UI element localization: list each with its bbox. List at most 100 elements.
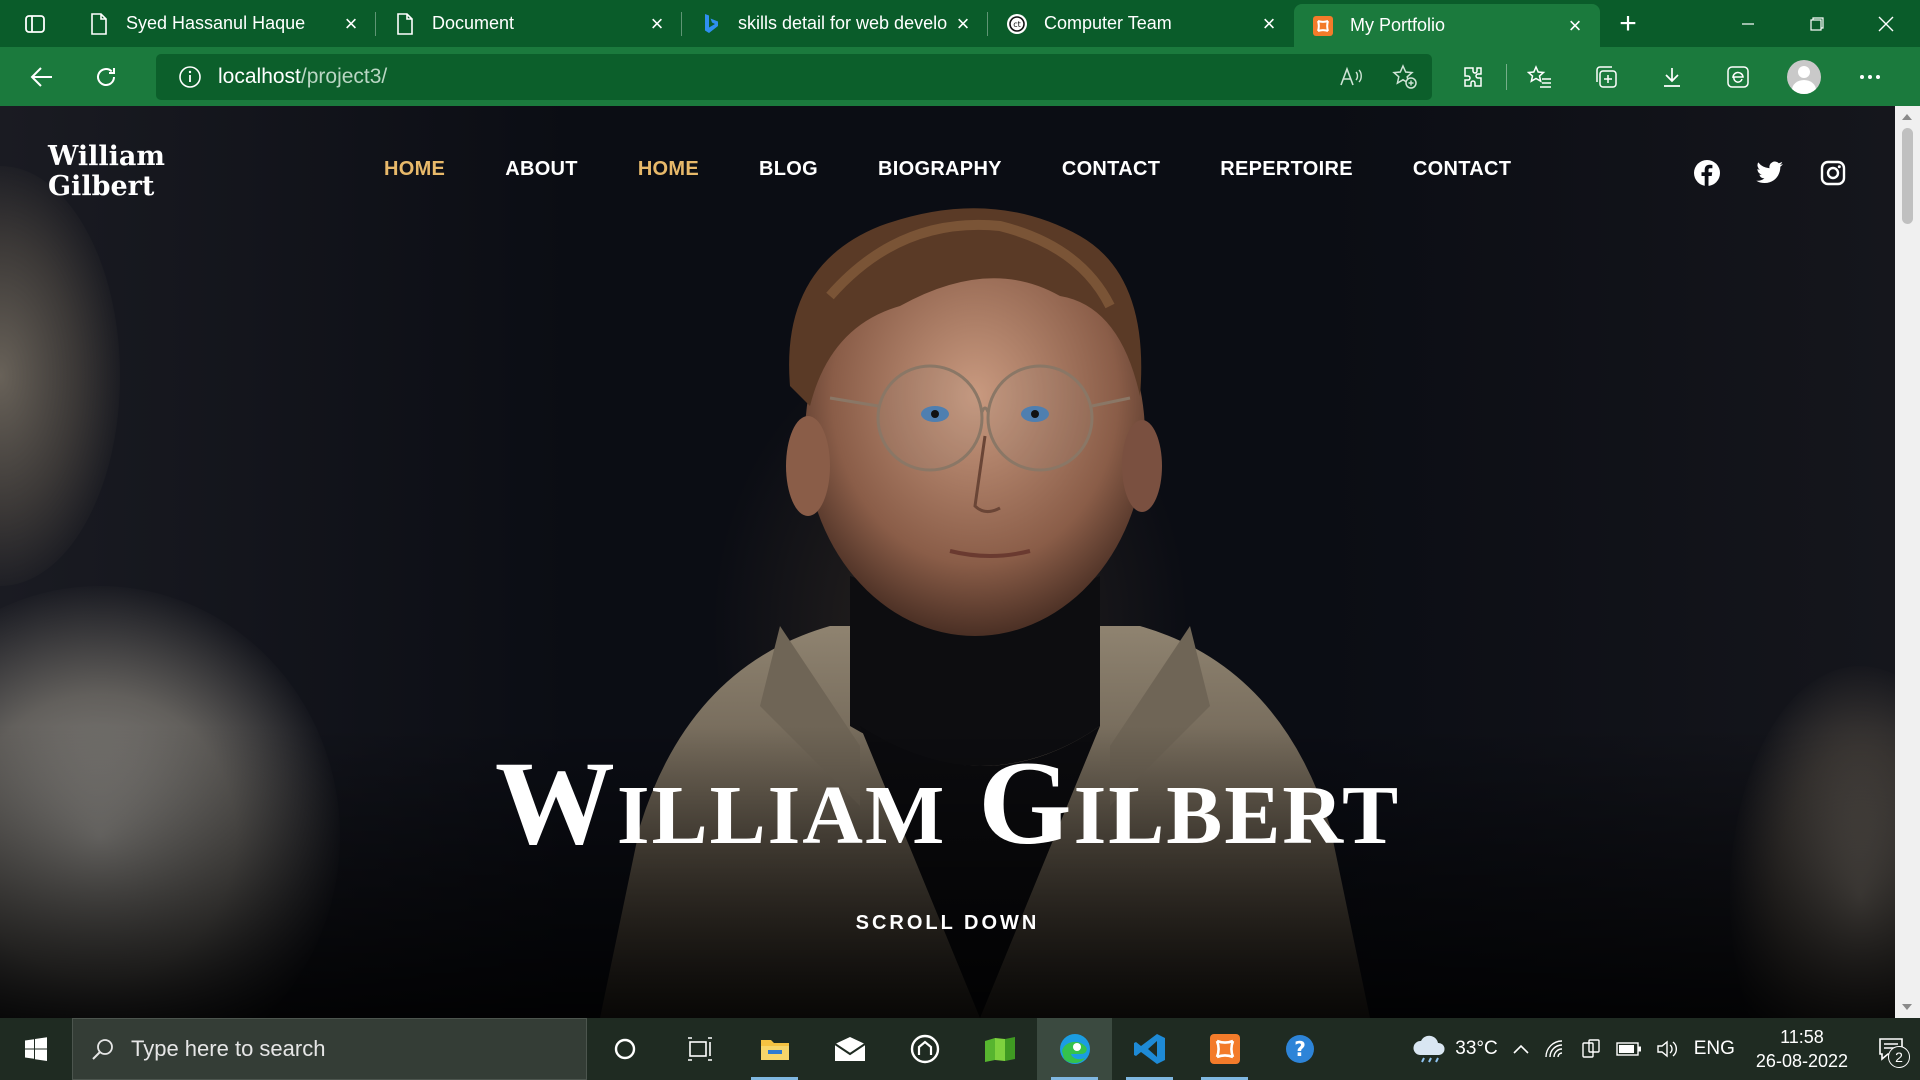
taskbar-search-input[interactable]: Type here to search	[72, 1018, 587, 1080]
clock-time: 11:58	[1780, 1027, 1824, 1047]
page-scrollbar[interactable]	[1895, 106, 1920, 1018]
task-view-button[interactable]	[662, 1018, 737, 1080]
address-bar-actions	[1324, 47, 1432, 106]
refresh-icon	[97, 67, 115, 86]
minecraft-launcher-button[interactable]	[962, 1018, 1037, 1080]
tab-syed-hassanul-haque[interactable]: Syed Hassanul Haque ×	[70, 0, 376, 47]
edge-button[interactable]	[1037, 1018, 1112, 1080]
refresh-button[interactable]	[74, 47, 138, 106]
page-viewport: William Gilbert HOME ABOUT HOME BLOG BIO…	[0, 106, 1895, 1018]
battery-icon	[1616, 1042, 1641, 1056]
svg-text:?: ?	[1294, 1037, 1306, 1061]
site-logo[interactable]: William Gilbert	[48, 142, 165, 202]
tab-my-portfolio[interactable]: My Portfolio ×	[1294, 4, 1600, 47]
twitter-icon[interactable]	[1755, 158, 1785, 188]
github-desktop-icon	[910, 1034, 939, 1064]
instagram-icon[interactable]	[1818, 158, 1848, 188]
new-tab-button[interactable]: +	[1600, 0, 1656, 47]
close-icon[interactable]: ×	[1258, 11, 1280, 36]
xampp-icon	[1312, 15, 1334, 37]
file-explorer-button[interactable]	[737, 1018, 812, 1080]
scroll-up-arrow-icon[interactable]	[1902, 114, 1912, 120]
favorites-button[interactable]	[1507, 47, 1573, 106]
clock[interactable]: 11:58 26-08-2022	[1742, 1025, 1862, 1073]
window-controls	[1713, 0, 1920, 47]
xampp-button[interactable]	[1187, 1018, 1262, 1080]
speaker-icon	[1657, 1040, 1677, 1058]
tab-title: Syed Hassanul Haque	[126, 13, 306, 33]
restore-button[interactable]	[1782, 0, 1851, 47]
close-icon[interactable]: ×	[952, 11, 974, 36]
vscode-button[interactable]	[1112, 1018, 1187, 1080]
nav-about[interactable]: ABOUT	[505, 158, 578, 181]
battery-button[interactable]	[1609, 1018, 1649, 1080]
add-favorite-button[interactable]	[1378, 47, 1432, 106]
collections-button[interactable]	[1573, 47, 1639, 106]
notification-center-button[interactable]: 2	[1862, 1018, 1920, 1080]
settings-menu-button[interactable]	[1837, 47, 1903, 106]
volume-button[interactable]	[1649, 1018, 1687, 1080]
windows-taskbar: Type here to search ? 33°C ENG 11:58 26-…	[0, 1018, 1920, 1080]
weather-widget[interactable]: 33°C	[1404, 1018, 1504, 1080]
browser-essentials-icon	[1727, 65, 1749, 88]
tab-document[interactable]: Document ×	[376, 0, 682, 47]
minimize-button[interactable]	[1713, 0, 1782, 47]
downloads-button[interactable]	[1639, 47, 1705, 106]
document-icon	[88, 12, 110, 35]
start-button[interactable]	[0, 1018, 72, 1080]
hero-title: William Gilbert	[494, 736, 1401, 869]
tab-title: skills detail for web develo	[738, 13, 948, 33]
extensions-button[interactable]	[1440, 47, 1506, 106]
device-button[interactable]	[1573, 1018, 1609, 1080]
svg-text:ct: ct	[1013, 20, 1021, 29]
scroll-thumb[interactable]	[1902, 128, 1913, 224]
profile-button[interactable]	[1771, 47, 1837, 106]
help-icon: ?	[1285, 1035, 1314, 1063]
read-aloud-button[interactable]	[1324, 47, 1378, 106]
weather-temperature: 33°C	[1455, 1038, 1498, 1059]
url-host: localhost	[218, 64, 301, 88]
mail-button[interactable]	[812, 1018, 887, 1080]
nav-contact-2[interactable]: CONTACT	[1413, 158, 1511, 181]
address-bar[interactable]: localhost/project3/	[156, 53, 1432, 100]
github-desktop-button[interactable]	[887, 1018, 962, 1080]
avatar	[1787, 59, 1821, 94]
facebook-icon[interactable]	[1692, 158, 1722, 188]
scroll-down-arrow-icon[interactable]	[1902, 1004, 1912, 1010]
favorites-icon	[1527, 64, 1551, 88]
help-button[interactable]: ?	[1262, 1018, 1337, 1080]
network-button[interactable]	[1537, 1018, 1573, 1080]
scroll-down-link[interactable]: SCROLL DOWN	[0, 912, 1895, 935]
cortana-icon	[614, 1038, 635, 1060]
mail-icon	[833, 1037, 866, 1061]
nav-repertoire[interactable]: REPERTOIRE	[1220, 158, 1353, 181]
cortana-button[interactable]	[587, 1018, 662, 1080]
close-icon[interactable]: ×	[1564, 13, 1586, 38]
nav-biography[interactable]: BIOGRAPHY	[878, 158, 1002, 181]
clock-date: 26-08-2022	[1755, 1051, 1848, 1071]
restore-icon	[1809, 16, 1824, 31]
nav-blog[interactable]: BLOG	[759, 158, 818, 181]
close-icon[interactable]: ×	[340, 11, 362, 36]
system-tray: 33°C ENG 11:58 26-08-2022 2	[1404, 1018, 1920, 1080]
close-window-button[interactable]	[1851, 0, 1920, 47]
nav-home[interactable]: HOME	[384, 158, 445, 181]
browser-essentials-button[interactable]	[1705, 47, 1771, 106]
tab-actions-button[interactable]	[0, 0, 70, 47]
back-button[interactable]	[10, 47, 74, 106]
nav-contact[interactable]: CONTACT	[1062, 158, 1160, 181]
chevron-up-icon	[1513, 1044, 1529, 1054]
input-language-button[interactable]: ENG	[1687, 1018, 1742, 1080]
tab-computer-team[interactable]: ct Computer Team ×	[988, 0, 1294, 47]
tab-skills-detail[interactable]: skills detail for web develo ×	[682, 0, 988, 47]
notification-count-badge: 2	[1888, 1046, 1910, 1068]
star-add-icon	[1392, 63, 1417, 89]
vscode-icon	[1133, 1034, 1165, 1064]
windows-logo-icon	[25, 1037, 47, 1061]
close-icon[interactable]: ×	[646, 11, 668, 36]
browser-title-bar: Syed Hassanul Haque × Document × skills …	[0, 0, 1920, 47]
show-hidden-icons-button[interactable]	[1505, 1018, 1537, 1080]
nav-home-2[interactable]: HOME	[638, 158, 699, 181]
info-icon[interactable]	[178, 65, 202, 89]
download-icon	[1664, 67, 1680, 87]
